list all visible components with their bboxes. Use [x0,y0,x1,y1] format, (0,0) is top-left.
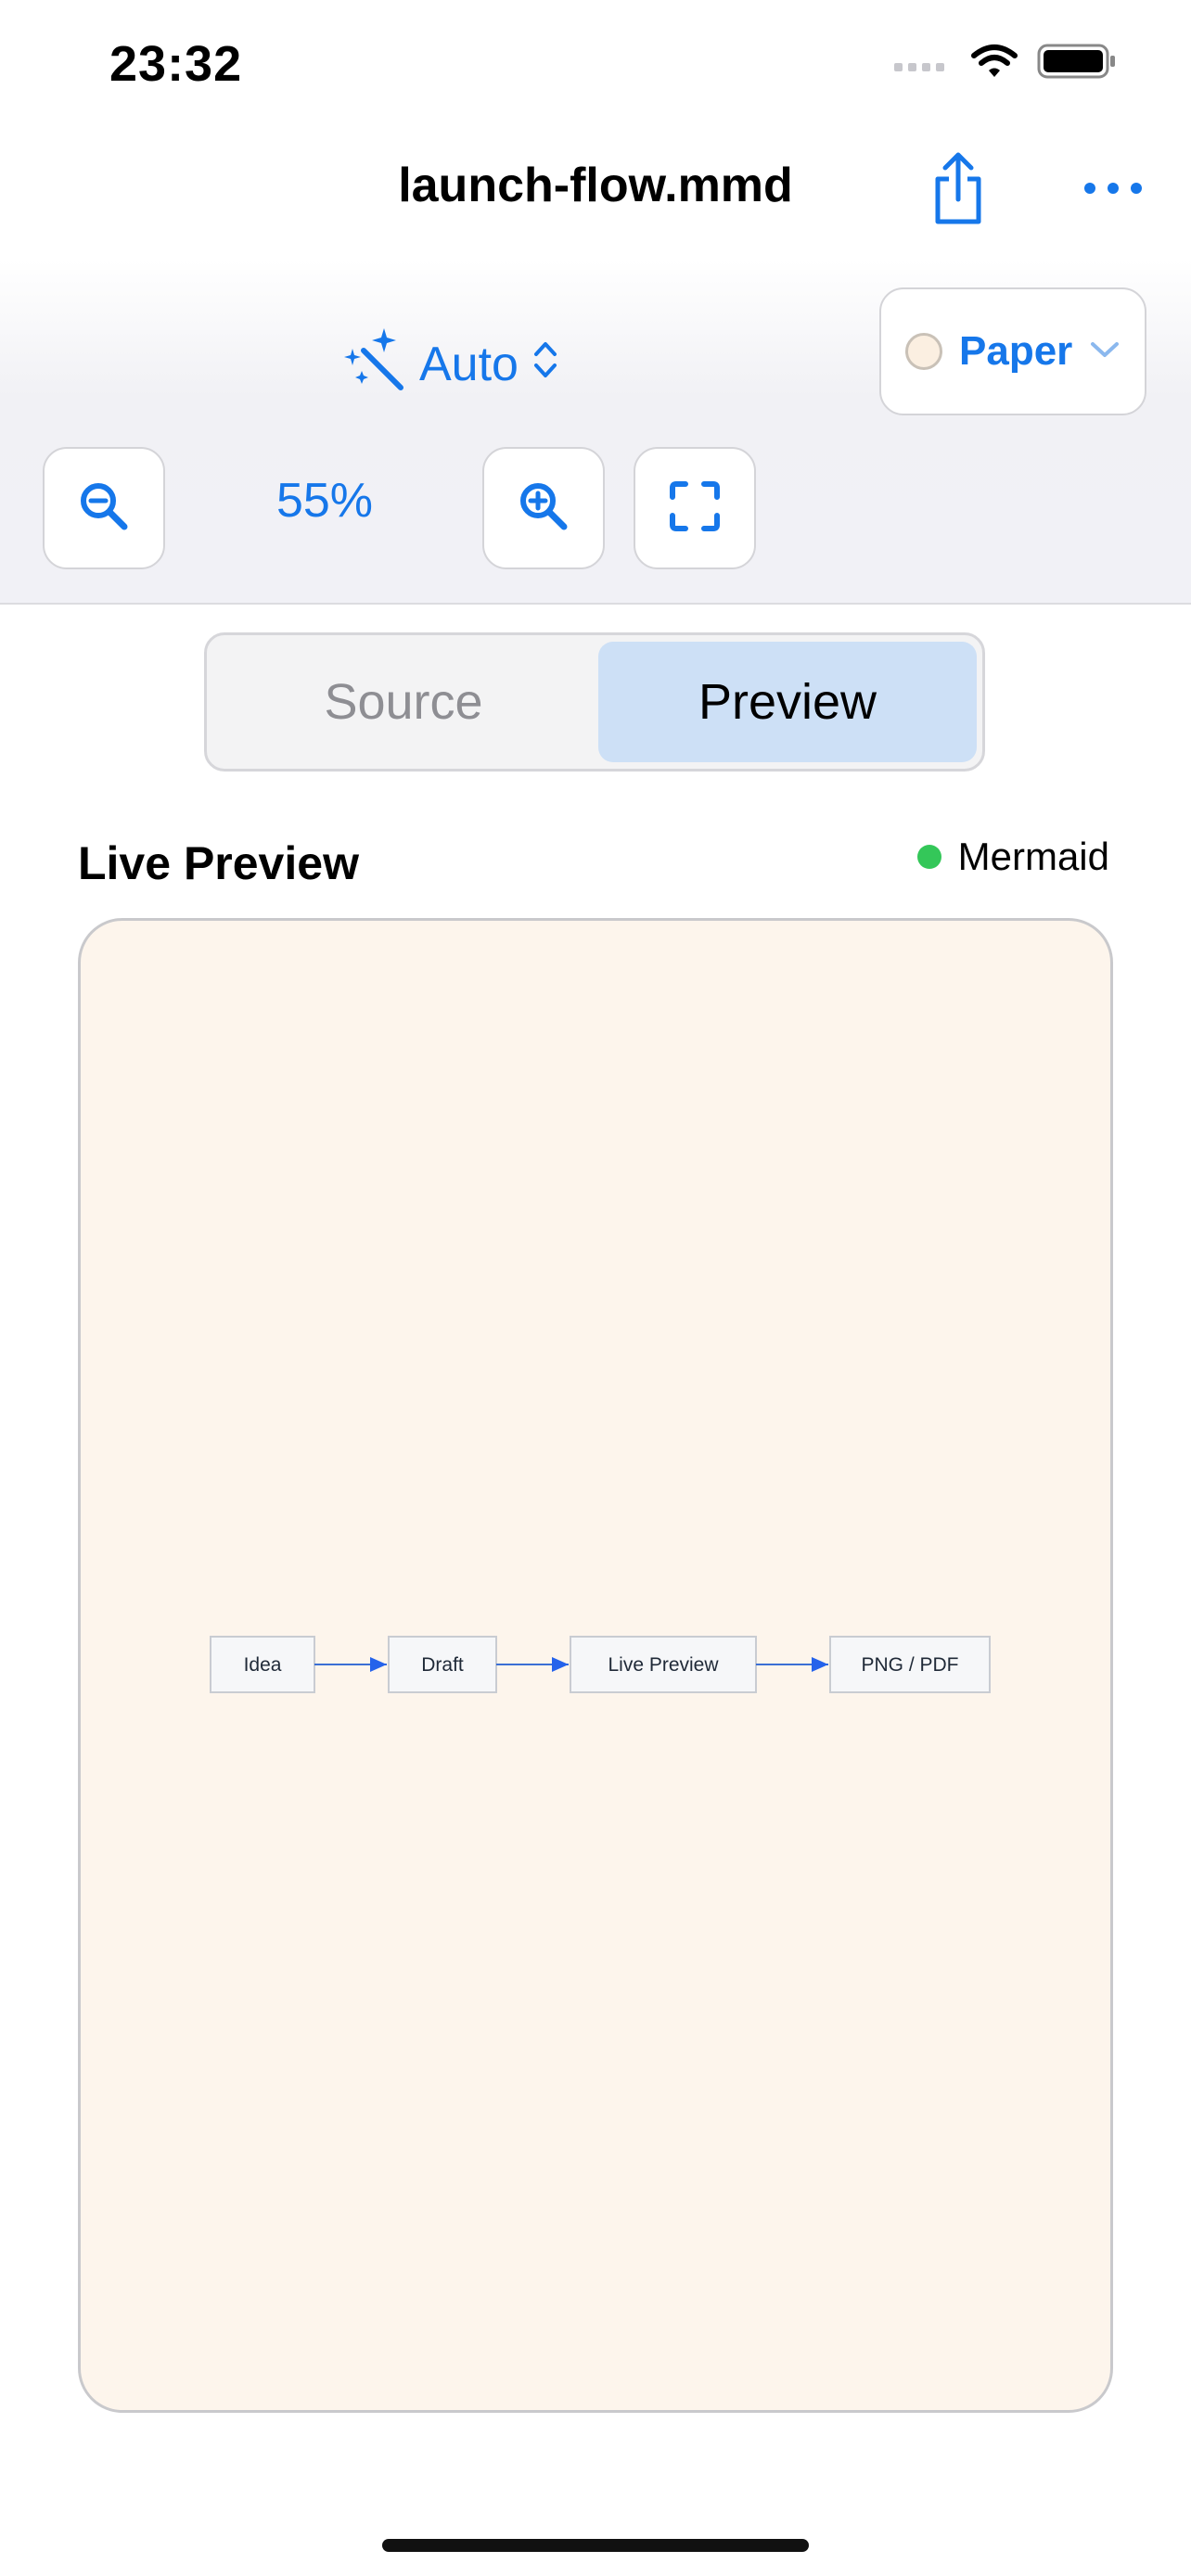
theme-label: Paper [959,328,1073,374]
theme-swatch [905,333,942,370]
zoom-in-button[interactable] [482,447,605,569]
chevron-up-down-icon [531,337,559,392]
preview-canvas[interactable]: Idea Draft Live Preview PNG / PDF [78,918,1113,2413]
tab-source[interactable]: Source [214,642,593,762]
share-button[interactable] [918,150,998,230]
zoom-out-button[interactable] [43,447,165,569]
share-icon [928,151,988,230]
preview-section-title: Live Preview [78,837,359,889]
status-time: 23:32 [109,36,243,92]
document-title: launch-flow.mmd [398,159,793,212]
flow-node-label: Idea [244,1654,282,1676]
theme-picker[interactable]: Paper [879,287,1146,415]
source-preview-segmented-control: Source Preview [204,632,985,772]
ellipsis-icon [1083,182,1143,199]
fit-screen-icon [669,480,721,537]
engine-status-badge: Mermaid [916,835,1109,879]
render-mode-label: Auto [419,338,519,391]
navigation-bar: launch-flow.mmd [0,130,1191,260]
magic-wand-icon [341,326,406,403]
flow-node: Live Preview [570,1636,757,1693]
flowchart-diagram: Idea Draft Live Preview PNG / PDF [210,1636,991,1693]
battery-icon [1037,43,1117,84]
flow-node-label: PNG / PDF [861,1654,958,1676]
zoom-out-icon [78,480,130,537]
flow-node-label: Live Preview [608,1654,719,1676]
flow-node: PNG / PDF [829,1636,991,1693]
home-indicator [382,2539,809,2552]
more-button[interactable] [1067,150,1159,230]
engine-label: Mermaid [957,835,1109,878]
render-mode-button[interactable]: Auto [341,313,559,415]
status-bar: 23:32 [0,0,1191,130]
fit-to-screen-button[interactable] [634,447,756,569]
zoom-level: 55% [275,474,374,528]
cellular-signal-icon [892,50,952,77]
flow-node-label: Draft [421,1654,464,1676]
flow-node: Idea [210,1636,315,1693]
chevron-down-icon [1089,339,1121,364]
tab-preview[interactable]: Preview [598,642,977,762]
zoom-in-icon [518,480,570,537]
toolbar: Auto Paper 55% [0,260,1191,605]
wifi-icon [970,43,1018,84]
status-icons [892,43,1117,84]
flow-node: Draft [388,1636,497,1693]
status-dot [916,845,941,869]
